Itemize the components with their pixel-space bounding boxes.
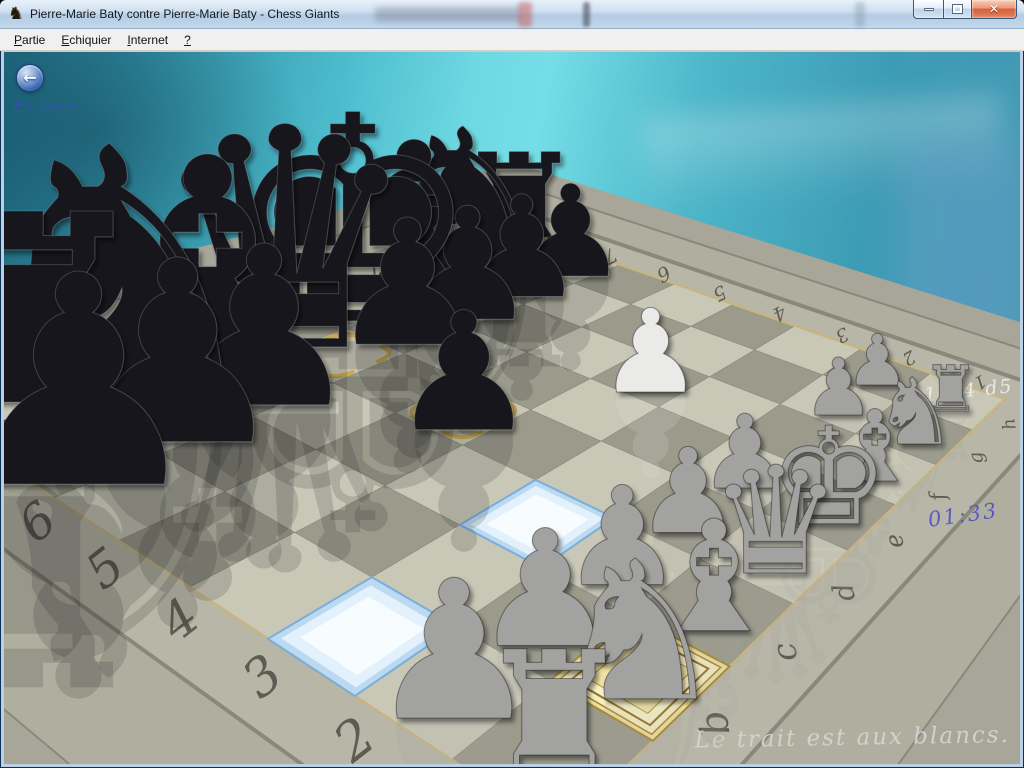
restore-button[interactable] bbox=[943, 0, 971, 19]
white-pawn-f4[interactable]: ♟ bbox=[599, 285, 703, 420]
chessboard-3d-scene[interactable]: 1122334455667788aabbccddeeffgghh1. f4 d5… bbox=[4, 52, 1020, 764]
black-pawn-d5[interactable]: ♟ bbox=[390, 277, 538, 469]
restore-icon bbox=[953, 5, 962, 13]
menu-item-?[interactable]: ? bbox=[176, 30, 199, 50]
game-viewport: 1122334455667788aabbccddeeffgghh1. f4 d5… bbox=[4, 52, 1020, 764]
black-pawn-a7[interactable]: ♟ bbox=[4, 213, 209, 553]
app-icon: ♞ bbox=[8, 4, 23, 24]
menu-item-partie[interactable]: Partie bbox=[6, 30, 53, 50]
titlebar-glass-reflection bbox=[518, 2, 532, 27]
titlebar-glass-reflection bbox=[375, 7, 520, 22]
minimize-icon bbox=[924, 8, 934, 11]
back-button[interactable]: ← bbox=[16, 64, 44, 92]
menu-item-echiquier[interactable]: Echiquier bbox=[53, 30, 119, 50]
close-icon: ✕ bbox=[989, 2, 999, 16]
back-arrow-icon: ← bbox=[23, 70, 36, 86]
menu-item-internet[interactable]: Internet bbox=[119, 30, 176, 50]
titlebar-glass-reflection bbox=[583, 2, 590, 27]
menubar: PartieEchiquierInternet? bbox=[0, 29, 1024, 51]
white-rook-a1[interactable]: ♜ bbox=[473, 613, 635, 764]
minimize-button[interactable] bbox=[913, 0, 943, 19]
titlebar-glass-reflection bbox=[855, 2, 865, 27]
window-controls: ✕ bbox=[913, 0, 1017, 19]
game-state-label[interactable]: En cours bbox=[14, 98, 77, 114]
titlebar[interactable]: ♞ Pierre-Marie Baty contre Pierre-Marie … bbox=[0, 0, 1024, 29]
close-button[interactable]: ✕ bbox=[971, 0, 1017, 19]
window-title: Pierre-Marie Baty contre Pierre-Marie Ba… bbox=[30, 7, 339, 21]
app-window: ♞ Pierre-Marie Baty contre Pierre-Marie … bbox=[0, 0, 1024, 768]
